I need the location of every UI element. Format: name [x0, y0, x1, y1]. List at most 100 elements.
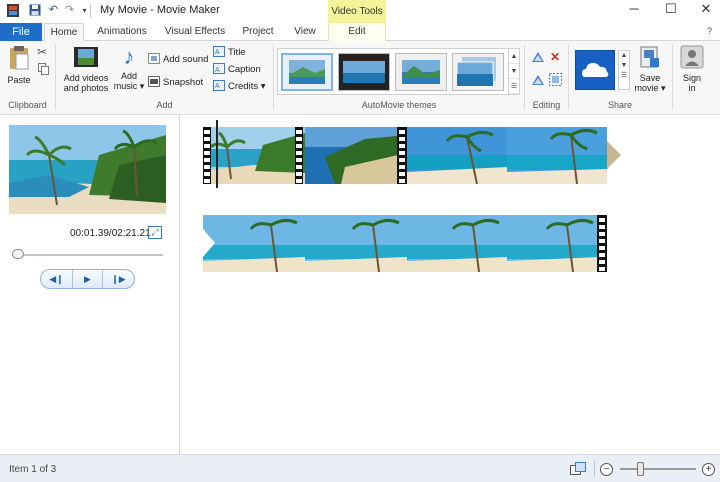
save-movie-button[interactable]: Save movie ▾ [634, 45, 666, 93]
themes-scroll-up-icon[interactable]: ▲ [509, 49, 519, 64]
title-button[interactable]: A Title [213, 45, 246, 60]
clip-thumbnail[interactable] [203, 127, 305, 184]
sign-in-label-line2: in [688, 83, 696, 93]
tab-animations[interactable]: Animations [92, 23, 152, 41]
automovie-themes-gallery [277, 48, 509, 95]
rotate-right-icon[interactable] [531, 74, 545, 89]
playback-controls: ◀❙ ▶ ❙▶ [40, 269, 135, 289]
add-music-button[interactable]: ♪ Add music ▾ [112, 45, 146, 92]
tab-edit[interactable]: Edit [328, 23, 386, 41]
rotate-left-icon[interactable] [531, 51, 545, 66]
select-all-icon[interactable] [549, 73, 562, 89]
svg-text:A: A [215, 67, 220, 74]
ribbon-tabs: File Home Animations Visual Effects Proj… [0, 23, 720, 42]
add-videos-and-photos-button[interactable]: Add videos and photos [60, 45, 112, 93]
clip-thumbnail[interactable] [305, 215, 407, 272]
theme-thumbnail[interactable] [395, 53, 447, 91]
theme-thumbnail[interactable] [281, 53, 333, 91]
credits-button[interactable]: A Credits ▾ [213, 79, 266, 94]
share-group-label: Share [607, 100, 633, 110]
svg-text:A: A [215, 83, 220, 90]
svg-text:A: A [215, 49, 220, 56]
status-bar: Item 1 of 3 − + [0, 454, 720, 482]
remove-icon[interactable]: ✕ [550, 50, 560, 64]
minimize-button[interactable]: ─ [616, 0, 652, 20]
credits-icon: A [213, 80, 225, 91]
seek-track[interactable] [12, 254, 163, 256]
transition-arrow-icon [607, 127, 623, 187]
tab-view[interactable]: View [286, 23, 324, 41]
snapshot-button[interactable]: Snapshot [148, 75, 203, 90]
editing-group-label: Editing [532, 100, 561, 110]
paste-button[interactable]: Paste [4, 45, 34, 85]
sign-in-button[interactable]: Sign in [676, 45, 708, 93]
film-strip-edge [397, 127, 407, 184]
automovie-themes-group-label: AutoMovie themes [361, 100, 437, 110]
sign-in-label-line1: Sign [682, 73, 701, 83]
cut-icon[interactable]: ✂ [37, 45, 47, 59]
onedrive-share-button[interactable] [575, 50, 615, 90]
clip-thumbnail[interactable] [407, 215, 507, 272]
zoom-in-button[interactable]: + [702, 463, 715, 476]
movie-maker-app-icon[interactable] [6, 3, 20, 18]
film-strip-edge [203, 127, 211, 184]
group-separator [672, 44, 673, 110]
save-movie-label-line2: movie ▾ [634, 83, 666, 93]
item-count-status: Item 1 of 3 [9, 464, 57, 475]
clip-thumbnail[interactable] [305, 127, 407, 184]
undo-icon[interactable]: ↶ [47, 4, 60, 17]
add-music-label-line1: Add [120, 71, 137, 81]
caption-button[interactable]: A Caption [213, 62, 261, 77]
window-title: My Movie - Movie Maker [100, 4, 220, 16]
video-preview [9, 125, 166, 214]
redo-icon[interactable]: ↷ [63, 4, 76, 17]
share-gallery-scroll: ▲ ▼ ☰ [618, 50, 630, 90]
preview-pane: 00:01.39/02:21.21 ⤢ ◀❙ ▶ ❙▶ [0, 115, 180, 454]
add-group-label: Add [156, 100, 173, 110]
previous-frame-button[interactable]: ◀❙ [41, 270, 72, 288]
tab-home[interactable]: Home [44, 23, 84, 42]
seek-slider-thumb[interactable] [11, 249, 24, 259]
maximize-button[interactable]: ☐ [653, 0, 689, 20]
themes-scroll-down-icon[interactable]: ▼ [509, 64, 519, 79]
tab-visual-effects[interactable]: Visual Effects [160, 23, 230, 41]
playhead[interactable] [216, 120, 218, 188]
share-more-icon[interactable]: ☰ [619, 71, 629, 81]
save-icon[interactable] [28, 4, 41, 17]
play-button[interactable]: ▶ [72, 270, 103, 288]
zoom-slider-track[interactable] [620, 468, 696, 470]
next-frame-button[interactable]: ❙▶ [103, 270, 134, 288]
clip-thumbnail[interactable] [507, 215, 599, 272]
theme-thumbnail[interactable] [338, 53, 390, 91]
save-movie-label-line1: Save [639, 73, 661, 83]
storyboard-view-icon[interactable] [570, 462, 586, 479]
clipboard-group-label: Clipboard [8, 100, 47, 110]
share-scroll-up-icon[interactable]: ▲ [619, 51, 629, 61]
clip-thumbnail[interactable] [407, 127, 507, 184]
add-sound-label: Add sound [163, 54, 209, 65]
film-strip-edge [597, 215, 607, 272]
zoom-slider-thumb[interactable] [636, 462, 644, 476]
close-button[interactable]: ✕ [688, 0, 720, 20]
clip-thumbnail[interactable] [507, 127, 607, 184]
caption-icon: A [213, 63, 225, 74]
title-bar: ↶ ↷ ▾ My Movie - Movie Maker Video Tools… [0, 0, 720, 23]
credits-label: Credits ▾ [228, 81, 266, 92]
cloud-icon [582, 63, 609, 77]
title-icon: A [213, 46, 225, 57]
ribbon-home: Paste ✂ Clipboard Add videos and photos … [0, 41, 720, 115]
themes-more-icon[interactable]: ☰ [509, 79, 519, 94]
copy-icon[interactable] [38, 63, 49, 78]
add-sound-button[interactable]: Add sound [148, 52, 208, 67]
clip-thumbnail[interactable] [203, 215, 305, 272]
video-tools-context-header: Video Tools [328, 0, 386, 23]
help-icon[interactable]: ? [707, 26, 712, 36]
theme-thumbnail[interactable] [452, 53, 504, 91]
tab-file[interactable]: File [0, 23, 42, 41]
tab-project[interactable]: Project [238, 23, 278, 41]
zoom-out-button[interactable]: − [600, 463, 613, 476]
share-scroll-down-icon[interactable]: ▼ [619, 61, 629, 71]
time-readout: 00:01.39/02:21.21 [70, 228, 151, 239]
fullscreen-preview-icon[interactable]: ⤢ [148, 226, 162, 239]
caption-label: Caption [228, 64, 261, 75]
